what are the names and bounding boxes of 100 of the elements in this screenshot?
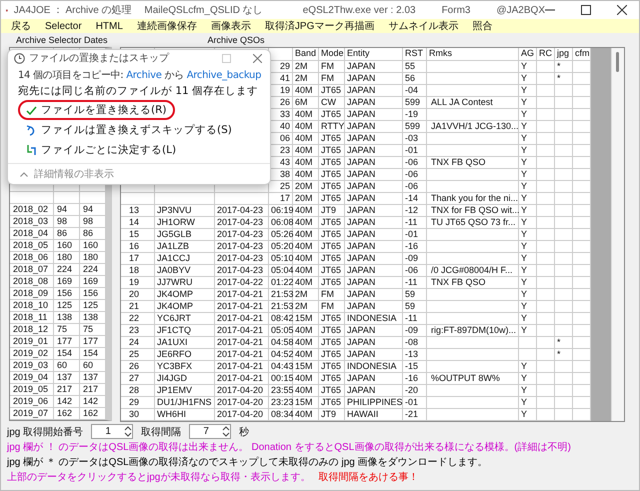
table-cell: JT65 [319, 241, 345, 252]
table-cell: 40M [293, 145, 319, 156]
table-cell: JA1VVH/1 JCG-130... [427, 121, 519, 132]
table-cell: 40M [293, 169, 319, 180]
table-cell: JP1EMV [155, 385, 215, 396]
scrollbar[interactable] [611, 48, 624, 421]
spin-field[interactable]: 7 [189, 424, 232, 439]
table-cell: JAPAN [345, 241, 403, 252]
spin-field[interactable]: 1 [91, 424, 134, 439]
table-cell: rig:FT-897DM(10w)... [427, 325, 519, 336]
menu-item[interactable]: 画像表示 [204, 19, 257, 33]
table-cell: JT65 [319, 145, 345, 156]
maximize-icon [222, 54, 231, 62]
option-button[interactable]: ファイルを置き換える(R) [18, 100, 174, 120]
table-cell: YC3BFX [155, 361, 215, 372]
column-header: Mode [319, 48, 345, 60]
table-cell: 40M [293, 241, 319, 252]
menu-item[interactable]: HTML [90, 20, 129, 32]
table-cell: JT65 [319, 385, 345, 396]
table-cell: TNX FB QSO [427, 157, 519, 168]
table-cell: 137 [80, 372, 106, 383]
table-cell: TNX FB QSO [427, 277, 519, 288]
table-cell: Y [519, 361, 537, 372]
table-cell: JAPAN [345, 61, 403, 72]
table-cell: 2019_01 [10, 336, 54, 347]
table-cell: RTTY [319, 121, 345, 132]
table-cell: 160 [80, 240, 106, 251]
table-cell: JT65 [319, 181, 345, 192]
table-cell: -13 [403, 349, 427, 360]
table-cell: 04:52 [269, 349, 293, 360]
close-icon[interactable] [617, 5, 627, 15]
table-cell: Y [519, 97, 537, 108]
table-cell: JAPAN [345, 157, 403, 168]
table-cell: 2018_03 [10, 216, 54, 227]
table-cell: JA0BYV [155, 265, 215, 276]
table-cell: 23 [121, 325, 155, 336]
menu-item[interactable]: 連続画像保存 [130, 19, 203, 33]
table-cell: 2017-04-21 [215, 313, 269, 324]
table-cell: 169 [54, 276, 80, 287]
table-cell: 59 [403, 301, 427, 312]
note-text: 上部のデータをクリックするとjpgが未取得なら取得・表示します。 [7, 470, 310, 484]
table-cell: JG5GLB [155, 229, 215, 240]
table-cell: 177 [80, 336, 106, 347]
details-toggle[interactable]: 詳細情報の非表示 [20, 167, 114, 181]
table-cell: JT65 [319, 157, 345, 168]
table-cell: -20 [403, 385, 427, 396]
table-cell: 2017-04-21 [215, 337, 269, 348]
menu-item[interactable]: Selector [39, 20, 88, 32]
menu-item[interactable]: サムネイル表示 [382, 19, 464, 33]
table-cell: INDONESIA [345, 361, 403, 372]
menu-item[interactable]: 戻る [5, 19, 37, 33]
option-button[interactable]: ファイルごとに決定する(L) [18, 140, 184, 160]
menu-item[interactable]: 照合 [466, 19, 498, 33]
menu-item[interactable]: 取得済JPGマーク再描画 [258, 19, 380, 33]
table-cell: JT65 [319, 361, 345, 372]
table-cell: Y [519, 133, 537, 144]
table-cell: Y [519, 145, 537, 156]
option-button[interactable]: ファイルは置き換えずスキップする(S) [18, 120, 240, 140]
spin-arrows-icon[interactable] [222, 425, 230, 438]
table-cell: 40M [293, 325, 319, 336]
table-cell: 6M [293, 97, 319, 108]
table-cell: 156 [54, 288, 80, 299]
table-cell: 2018_11 [10, 312, 54, 323]
table-cell: 224 [54, 264, 80, 275]
table-cell: Y [519, 373, 537, 384]
table-cell: 20M [293, 193, 319, 204]
table-cell: * [555, 349, 573, 360]
table-cell: JAPAN [345, 181, 403, 192]
table-cell: 217 [80, 384, 106, 395]
table-cell: JAPAN [345, 301, 403, 312]
table-cell: 40M [293, 385, 319, 396]
table-cell: 2017-04-23 [215, 217, 269, 228]
table-cell: -06 [403, 265, 427, 276]
dialog-title: ファイルの置換またはスキップ [29, 52, 169, 65]
table-cell: JA1LZB [155, 241, 215, 252]
table-cell: 138 [80, 312, 106, 323]
table-cell: WH6HI [155, 409, 215, 420]
table-cell: 162 [80, 408, 106, 419]
maximize-icon[interactable] [581, 5, 591, 15]
table-cell: 20M [293, 181, 319, 192]
table-cell: Y [519, 169, 537, 180]
table-cell: JAPAN [345, 217, 403, 228]
table-cell: 40M [293, 157, 319, 168]
table-cell: JAPAN [345, 109, 403, 120]
table-cell: Y [519, 313, 537, 324]
table-cell: Y [519, 73, 537, 84]
check-icon [26, 106, 37, 114]
table-cell: 40M [293, 217, 319, 228]
spin-arrows-icon[interactable] [124, 425, 132, 438]
column-header: AG [519, 48, 537, 60]
table-cell: 2017-04-23 [215, 265, 269, 276]
table-cell: JAPAN [345, 193, 403, 204]
table-cell: JI4JGD [155, 373, 215, 384]
destination-link[interactable]: Archive_backup [186, 70, 262, 81]
table-cell: JE6RFO [155, 349, 215, 360]
table-cell: -11 [403, 217, 427, 228]
source-link[interactable]: Archive [126, 70, 162, 81]
table-cell: 142 [54, 396, 80, 407]
table-cell: JH1ORW [155, 217, 215, 228]
table-cell: DU1/JH1FNS [155, 397, 215, 408]
